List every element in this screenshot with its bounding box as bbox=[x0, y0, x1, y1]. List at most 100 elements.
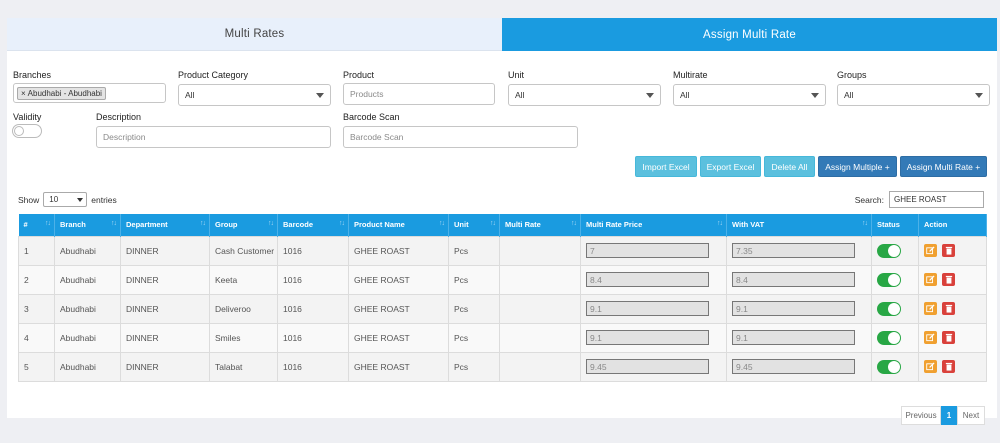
page-1-button[interactable]: 1 bbox=[941, 406, 957, 425]
pencil-square-icon[interactable] bbox=[924, 360, 937, 373]
delete-all-button[interactable]: Delete All bbox=[764, 156, 815, 177]
column-header[interactable]: With VAT ↑↓ bbox=[726, 214, 872, 236]
table-row: 2 Abudhabi DINNER Keeta 1016 GHEE ROAST Pcs 8.4… bbox=[18, 264, 987, 295]
sort-arrows-icon[interactable]: ↑↓ bbox=[200, 220, 206, 227]
pencil-square-icon[interactable] bbox=[924, 244, 937, 257]
with-vat-input[interactable]: 9.1 bbox=[732, 301, 855, 316]
cell-multi-rate bbox=[499, 235, 581, 266]
column-header[interactable]: Action bbox=[918, 214, 987, 236]
toggle-knob bbox=[888, 302, 900, 315]
trash-icon[interactable] bbox=[942, 360, 955, 373]
branches-multiselect[interactable]: × Abudhabi - Abudhabi bbox=[13, 83, 166, 103]
multi-rate-price-input[interactable]: 9.45 bbox=[586, 359, 709, 374]
trash-icon[interactable] bbox=[942, 331, 955, 344]
cell-product: GHEE ROAST bbox=[348, 293, 449, 324]
column-header[interactable]: Group ↑↓ bbox=[209, 214, 278, 236]
column-header-label: Branch bbox=[60, 220, 86, 230]
cell-unit: Pcs bbox=[448, 293, 500, 324]
column-header[interactable]: # ↑↓ bbox=[18, 214, 55, 236]
with-vat-input[interactable]: 7.35 bbox=[732, 243, 855, 258]
table-row: 1 Abudhabi DINNER Cash Customer 1016 GHEE ROA… bbox=[18, 235, 987, 266]
tab-assign-multi-rate[interactable]: Assign Multi Rate bbox=[502, 18, 997, 51]
unit-select[interactable]: All bbox=[508, 84, 661, 106]
assign-multiple-button[interactable]: Assign Multiple + bbox=[818, 156, 897, 177]
groups-select[interactable]: All bbox=[837, 84, 990, 106]
cell-department: DINNER bbox=[120, 264, 210, 295]
column-header[interactable]: Unit ↑↓ bbox=[448, 214, 500, 236]
multirate-label: Multirate bbox=[673, 70, 708, 80]
toggle-knob bbox=[888, 360, 900, 373]
status-toggle[interactable] bbox=[877, 272, 901, 287]
multi-rate-price-input[interactable]: 7 bbox=[586, 243, 709, 258]
multi-rate-price-input[interactable]: 8.4 bbox=[586, 272, 709, 287]
cell-group: Smiles bbox=[209, 322, 278, 353]
cell-branch: Abudhabi bbox=[54, 264, 121, 295]
assign-multi-rate-panel: Multi Rates Assign Multi Rate Branches ×… bbox=[7, 18, 997, 425]
previous-page-button[interactable]: Previous bbox=[901, 406, 941, 425]
pencil-square-icon[interactable] bbox=[924, 331, 937, 344]
status-toggle[interactable] bbox=[877, 301, 901, 316]
description-input[interactable]: Description bbox=[96, 126, 331, 148]
toggle-knob bbox=[888, 331, 900, 344]
with-vat-input[interactable]: 9.1 bbox=[732, 330, 855, 345]
entries-select[interactable]: 10 bbox=[43, 192, 88, 207]
validity-label: Validity bbox=[13, 112, 42, 122]
sort-arrows-icon[interactable]: ↑↓ bbox=[571, 220, 577, 227]
sort-arrows-icon[interactable]: ↑↓ bbox=[339, 220, 345, 227]
status-toggle[interactable] bbox=[877, 243, 901, 258]
sort-arrows-icon[interactable]: ↑↓ bbox=[490, 220, 496, 227]
with-vat-input[interactable]: 8.4 bbox=[732, 272, 855, 287]
cell-price: 8.4 bbox=[580, 264, 727, 295]
remove-tag-icon[interactable]: × bbox=[21, 89, 26, 98]
trash-icon[interactable] bbox=[942, 244, 955, 257]
product-category-select[interactable]: All bbox=[178, 84, 331, 106]
row-actions bbox=[924, 360, 981, 373]
search-input[interactable]: GHEE ROAST bbox=[889, 191, 984, 208]
pencil-square-icon[interactable] bbox=[924, 273, 937, 286]
with-vat-input[interactable]: 9.45 bbox=[732, 359, 855, 374]
product-category-label: Product Category bbox=[178, 70, 249, 80]
next-page-button[interactable]: Next bbox=[957, 406, 985, 425]
column-header[interactable]: Branch ↑↓ bbox=[54, 214, 121, 236]
cell-unit: Pcs bbox=[448, 264, 500, 295]
product-label: Product bbox=[343, 70, 375, 80]
column-header-label: With VAT bbox=[732, 220, 765, 230]
column-header[interactable]: Multi Rate ↑↓ bbox=[499, 214, 581, 236]
product-input[interactable]: Products bbox=[343, 83, 495, 105]
sort-arrows-icon[interactable]: ↑↓ bbox=[45, 220, 51, 227]
import-excel-button[interactable]: Import Excel bbox=[635, 156, 697, 177]
sort-arrows-icon[interactable]: ↑↓ bbox=[439, 220, 445, 227]
column-header[interactable]: Barcode ↑↓ bbox=[277, 214, 349, 236]
row-actions bbox=[924, 273, 981, 286]
assign-multi-rate-button[interactable]: Assign Multi Rate + bbox=[900, 156, 987, 177]
cell-branch: Abudhabi bbox=[54, 235, 121, 266]
multi-rate-price-input[interactable]: 9.1 bbox=[586, 330, 709, 345]
cell-department: DINNER bbox=[120, 235, 210, 266]
validity-toggle[interactable] bbox=[12, 124, 42, 138]
description-label: Description bbox=[96, 112, 142, 122]
column-header-label: # bbox=[23, 220, 28, 230]
cell-barcode: 1016 bbox=[277, 322, 349, 353]
column-header[interactable]: Department ↑↓ bbox=[120, 214, 210, 236]
status-toggle[interactable] bbox=[877, 359, 901, 374]
multirate-select[interactable]: All bbox=[673, 84, 826, 106]
tab-multi-rates[interactable]: Multi Rates bbox=[7, 18, 502, 51]
export-excel-button[interactable]: Export Excel bbox=[700, 156, 761, 177]
status-toggle[interactable] bbox=[877, 330, 901, 345]
multi-rate-price-input[interactable]: 9.1 bbox=[586, 301, 709, 316]
trash-icon[interactable] bbox=[942, 302, 955, 315]
column-header[interactable]: Status bbox=[871, 214, 919, 236]
cell-multi-rate bbox=[499, 322, 581, 353]
sort-arrows-icon[interactable]: ↑↓ bbox=[717, 220, 723, 227]
sort-arrows-icon[interactable]: ↑↓ bbox=[862, 220, 868, 227]
pencil-square-icon[interactable] bbox=[924, 302, 937, 315]
trash-icon[interactable] bbox=[942, 273, 955, 286]
column-header[interactable]: Multi Rate Price ↑↓ bbox=[580, 214, 727, 236]
barcode-scan-input[interactable]: Barcode Scan bbox=[343, 126, 578, 148]
entries-label: entries bbox=[91, 194, 117, 205]
cell-multi-rate bbox=[499, 293, 581, 324]
sort-arrows-icon[interactable]: ↑↓ bbox=[268, 220, 274, 227]
cell-num: 3 bbox=[18, 293, 55, 324]
sort-arrows-icon[interactable]: ↑↓ bbox=[111, 220, 117, 227]
column-header[interactable]: Product Name ↑↓ bbox=[348, 214, 449, 236]
